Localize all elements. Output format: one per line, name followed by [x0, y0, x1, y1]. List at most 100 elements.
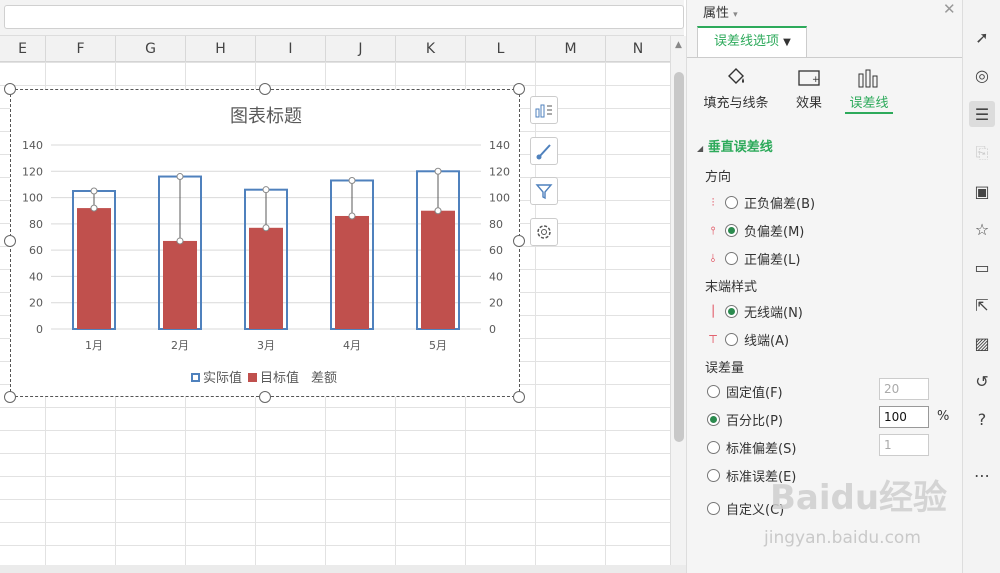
legend-actual: 实际值	[191, 367, 242, 386]
chart-plot: 0 0 20 20 40 40 60 60 80 80 100 100 120 120 140 140 1月 2月…	[22, 139, 510, 352]
resize-handle[interactable]	[513, 83, 525, 95]
help-icon[interactable]: ?	[969, 406, 995, 432]
shapes-icon[interactable]: ◎	[969, 62, 995, 88]
option-minus-direction[interactable]: ⫯ 负偏差(M)	[707, 221, 805, 241]
image-icon[interactable]: ▨	[969, 330, 995, 356]
resize-handle[interactable]	[259, 391, 271, 403]
error-bar-handle	[90, 204, 98, 212]
column-header-cell[interactable]: N	[606, 36, 670, 62]
resize-handle[interactable]	[513, 391, 525, 403]
bar-target	[77, 208, 111, 329]
resize-handle[interactable]	[513, 235, 525, 247]
star-icon[interactable]: ☆	[969, 216, 995, 242]
chevron-down-icon: ▼	[783, 37, 791, 48]
column-header-cell[interactable]: K	[396, 36, 466, 62]
share-icon[interactable]: ⇱	[969, 292, 995, 318]
resize-handle[interactable]	[259, 83, 271, 95]
y-tick-label: 80	[29, 218, 43, 231]
column-header-cell[interactable]: G	[116, 36, 186, 62]
option-plus-direction[interactable]: ⫰ 正偏差(L)	[707, 249, 801, 269]
formula-bar	[0, 0, 684, 36]
y-tick-label: 20	[29, 297, 43, 310]
y2-tick-label: 60	[489, 244, 503, 257]
column-header-cell[interactable]: E	[0, 36, 46, 62]
minus-direction-icon: ⫯	[710, 223, 716, 237]
plus-direction-icon: ⫰	[710, 251, 716, 265]
percentage-input[interactable]: 100	[879, 406, 929, 428]
error-bar-handle	[90, 187, 98, 195]
bar-target	[421, 210, 455, 329]
option-no-cap[interactable]: │ 无线端(N)	[707, 302, 803, 321]
history-icon[interactable]: ↺	[969, 368, 995, 394]
vertical-scrollbar[interactable]: ▲	[670, 36, 686, 567]
x-tick-label: 4月	[343, 339, 361, 352]
picture-gallery-icon[interactable]: ▣	[969, 178, 995, 204]
select-cursor-icon[interactable]: ➚	[969, 24, 995, 50]
disabled-icon: ⎘	[975, 143, 989, 162]
column-header-cell[interactable]: L	[466, 36, 536, 62]
option-percentage[interactable]: 百分比(P)	[707, 410, 783, 429]
legend-target: 目标值	[248, 367, 299, 386]
sheet-tab-bar	[0, 565, 686, 573]
resize-handle[interactable]	[4, 235, 16, 247]
subtab-fill-line[interactable]: 填充与线条	[701, 60, 771, 111]
chart-settings-gear-icon[interactable]	[530, 218, 558, 246]
y-tick-label: 120	[22, 165, 43, 178]
error-bar-handle	[262, 224, 270, 232]
y2-tick-label: 140	[489, 139, 510, 152]
subtab-error-bars[interactable]: 误差线	[845, 60, 893, 114]
properties-sliders-icon[interactable]: ☰	[969, 101, 995, 127]
error-bar-handle	[434, 167, 442, 175]
option-standard-deviation[interactable]: 标准偏差(S)	[707, 438, 796, 457]
error-bar-handle	[176, 173, 184, 181]
column-header: E F G H I J K L M N	[0, 36, 670, 62]
scroll-thumb[interactable]	[674, 72, 684, 442]
option-both-direction[interactable]: ⫶ 正负偏差(B)	[707, 193, 815, 213]
svg-text:+: +	[812, 75, 820, 85]
option-cap[interactable]: ⊤ 线端(A)	[707, 330, 789, 349]
resize-handle[interactable]	[4, 391, 16, 403]
more-icon[interactable]: ⋯	[969, 462, 995, 488]
column-header-cell[interactable]: H	[186, 36, 256, 62]
fixed-value-input[interactable]: 20	[879, 378, 929, 400]
end-style-label: 末端样式	[705, 280, 758, 295]
column-header-cell[interactable]: F	[46, 36, 116, 62]
chart-filter-icon[interactable]	[530, 177, 558, 205]
watermark-logo: Baidu经验	[770, 478, 948, 518]
standard-deviation-input[interactable]: 1	[879, 434, 929, 456]
archive-icon[interactable]: ▭	[969, 254, 995, 280]
chart-elements-icon[interactable]	[530, 96, 558, 124]
legend-diff: 差额	[311, 371, 338, 386]
resize-handle[interactable]	[4, 83, 16, 95]
chart-legend[interactable]: 实际值 目标值 差额	[191, 367, 337, 386]
close-icon[interactable]: ✕	[943, 0, 956, 18]
error-bar-handle	[176, 237, 184, 245]
section-vertical-error-bars[interactable]: ◢ 垂直误差线	[697, 136, 773, 155]
column-header-cell[interactable]: I	[256, 36, 326, 62]
formula-input[interactable]	[4, 5, 684, 29]
y2-tick-label: 0	[489, 323, 496, 336]
paint-bucket-icon	[701, 60, 771, 88]
chart-style-brush-icon[interactable]	[530, 137, 558, 165]
panel-title[interactable]: 属性 ▾	[703, 2, 738, 21]
error-bar-handle	[348, 212, 356, 220]
y-tick-label: 40	[29, 270, 43, 283]
tab-divider	[687, 57, 963, 58]
y2-tick-label: 40	[489, 270, 503, 283]
collapse-triangle-icon: ◢	[697, 144, 704, 153]
both-direction-icon: ⫶	[711, 195, 715, 209]
percent-unit: %	[937, 409, 950, 424]
column-header-cell[interactable]: J	[326, 36, 396, 62]
bar-target	[335, 215, 369, 329]
option-fixed-value[interactable]: 固定值(F)	[707, 382, 783, 401]
chart-object[interactable]: 图表标题 0 0 20 20 40 40 60 60 80 80 100 100 120 120 140 14…	[10, 89, 520, 397]
subtab-effects[interactable]: + 效果	[787, 60, 831, 111]
y-tick-label: 60	[29, 244, 43, 257]
error-bar-handle	[348, 176, 356, 184]
tab-error-bar-options[interactable]: 误差线选项 ▼	[697, 26, 807, 58]
scroll-up-icon[interactable]: ▲	[675, 40, 682, 50]
column-header-cell[interactable]: M	[536, 36, 606, 62]
y-tick-label: 0	[36, 323, 43, 336]
no-cap-icon: │	[709, 305, 717, 318]
bar-target	[163, 240, 197, 329]
